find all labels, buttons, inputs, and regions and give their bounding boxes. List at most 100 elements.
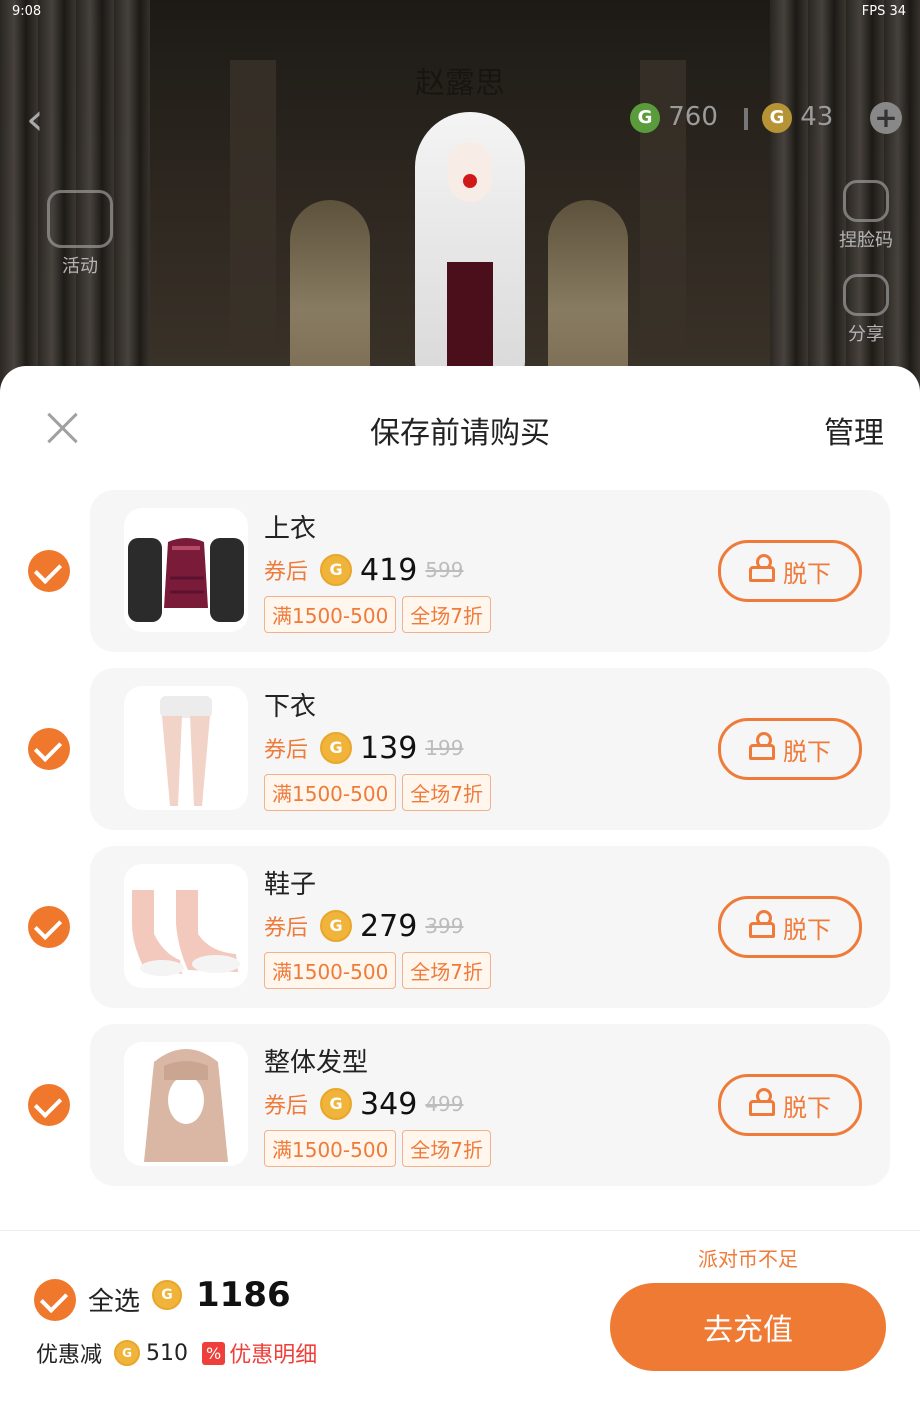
item-thumbnail (124, 686, 248, 810)
item-price: 139 (360, 730, 418, 766)
avatar-face (448, 142, 492, 202)
share-label: 分享 (848, 324, 884, 345)
percent-badge-icon: % (202, 1341, 226, 1365)
green-currency-value: 760 (668, 102, 718, 132)
remove-label: 脱下 (783, 559, 831, 588)
item-checkbox[interactable] (28, 550, 70, 592)
remove-label: 脱下 (783, 1093, 831, 1122)
item-price-line: 券后 G 349 499 (264, 1086, 463, 1122)
hanger-icon (749, 1088, 775, 1116)
hanger-icon (749, 910, 775, 938)
hanger-icon (749, 554, 775, 582)
coupon-price-label: 券后 (264, 738, 309, 763)
select-all-checkbox[interactable] (34, 1279, 76, 1321)
discount-detail-link[interactable]: % 优惠明细 (202, 1337, 317, 1369)
promo-tags: 满1500-500 全场7折 (264, 596, 497, 633)
discount-value: 510 (146, 1340, 189, 1366)
status-bar: 9:08 FPS 34 (0, 0, 920, 26)
close-icon[interactable] (44, 410, 80, 446)
item-card[interactable]: 鞋子 券后 G 279 399 满1500-500 全场7折 脱下 (90, 846, 890, 1008)
gold-coin-icon: G (114, 1340, 141, 1366)
face-code-label: 捏脸码 (839, 230, 893, 251)
remove-item-button[interactable]: 脱下 (718, 1074, 862, 1136)
discount-label: 优惠减 (36, 1343, 103, 1368)
item-name: 整体发型 (264, 1048, 369, 1078)
item-price: 279 (360, 908, 418, 944)
item-name: 上衣 (264, 514, 317, 544)
green-currency[interactable]: G 760 (630, 102, 718, 136)
green-coin-icon: G (630, 102, 660, 133)
gold-coin-icon: G (320, 554, 353, 586)
item-original-price: 199 (425, 736, 464, 760)
item-card[interactable]: 整体发型 券后 G 349 499 满1500-500 全场7折 脱下 (90, 1024, 890, 1186)
avatar-nose (463, 174, 477, 188)
status-indicators: FPS 34 (861, 4, 906, 19)
gold-currency[interactable]: G 43 (762, 102, 833, 136)
activity-label: 活动 (62, 256, 98, 277)
sheet-title: 保存前请购买 (370, 416, 550, 451)
gold-coin-icon: G (762, 102, 792, 133)
item-price-line: 券后 G 139 199 (264, 730, 463, 766)
item-original-price: 399 (425, 914, 464, 938)
remove-item-button[interactable]: 脱下 (718, 896, 862, 958)
promo-tag: 满1500-500 (264, 1130, 397, 1167)
cart-item: 上衣 券后 G 419 599 满1500-500 全场7折 脱下 (0, 490, 920, 652)
avatar-character[interactable] (415, 112, 525, 400)
remove-item-button[interactable]: 脱下 (718, 718, 862, 780)
gold-coin-icon: G (320, 1088, 353, 1120)
total-price: G 1186 (152, 1275, 291, 1315)
hanger-icon (749, 732, 775, 760)
remove-item-button[interactable]: 脱下 (718, 540, 862, 602)
item-price: 419 (360, 552, 418, 588)
gold-currency-value: 43 (800, 102, 834, 132)
edit-icon (843, 180, 889, 222)
promo-tag: 满1500-500 (264, 596, 397, 633)
star-badge-icon (47, 190, 113, 248)
item-checkbox[interactable] (28, 728, 70, 770)
item-card[interactable]: 上衣 券后 G 419 599 满1500-500 全场7折 脱下 (90, 490, 890, 652)
item-thumbnail (124, 864, 248, 988)
promo-tag: 全场7折 (402, 952, 492, 989)
gold-coin-icon: G (320, 732, 353, 764)
discount-detail-label: 优惠明细 (229, 1343, 318, 1368)
back-chevron-icon[interactable]: ‹ (26, 98, 44, 142)
item-thumbnail (124, 508, 248, 632)
share-icon (843, 274, 889, 316)
remove-label: 脱下 (783, 915, 831, 944)
promo-tag: 全场7折 (402, 774, 492, 811)
promo-tags: 满1500-500 全场7折 (264, 952, 497, 989)
cart-item: 整体发型 券后 G 349 499 满1500-500 全场7折 脱下 (0, 1024, 920, 1186)
promo-tags: 满1500-500 全场7折 (264, 1130, 497, 1167)
recharge-button[interactable]: 去充值 (610, 1283, 886, 1371)
item-card[interactable]: 下衣 券后 G 139 199 满1500-500 全场7折 脱下 (90, 668, 890, 830)
item-checkbox[interactable] (28, 1084, 70, 1126)
cart-item: 鞋子 券后 G 279 399 满1500-500 全场7折 脱下 (0, 846, 920, 1008)
insufficient-balance-text: 派对币不足 (698, 1247, 798, 1271)
manage-button[interactable]: 管理 (824, 408, 884, 452)
checkout-footer: 全选 G 1186 优惠减 G 510 % 优惠明细 派对币不足 去充值 (0, 1230, 920, 1401)
discount-summary: 优惠减 G 510 % 优惠明细 (36, 1337, 317, 1369)
item-price-line: 券后 G 279 399 (264, 908, 463, 944)
avatar-scene: 9:08 FPS 34 赵露思 ‹ G 760 G 43 + 活动 捏脸码 分享 (0, 0, 920, 400)
item-original-price: 599 (425, 558, 464, 582)
promo-tag: 全场7折 (402, 596, 492, 633)
item-name: 鞋子 (264, 870, 317, 900)
item-thumbnail (124, 1042, 248, 1166)
add-currency-button[interactable]: + (870, 102, 902, 134)
coupon-price-label: 券后 (264, 916, 309, 941)
coupon-price-label: 券后 (264, 1094, 309, 1119)
player-name: 赵露思 (415, 66, 505, 101)
item-checkbox[interactable] (28, 906, 70, 948)
share-button[interactable]: 分享 (826, 274, 906, 346)
face-code-button[interactable]: 捏脸码 (826, 180, 906, 252)
activity-button[interactable]: 活动 (40, 190, 120, 278)
select-all-label[interactable]: 全选 (88, 1281, 140, 1318)
promo-tags: 满1500-500 全场7折 (264, 774, 497, 811)
item-original-price: 499 (425, 1092, 464, 1116)
promo-tag: 全场7折 (402, 1130, 492, 1167)
remove-label: 脱下 (783, 737, 831, 766)
item-price-line: 券后 G 419 599 (264, 552, 463, 588)
promo-tag: 满1500-500 (264, 774, 397, 811)
gold-coin-icon: G (152, 1280, 182, 1310)
gold-coin-icon: G (320, 910, 353, 942)
